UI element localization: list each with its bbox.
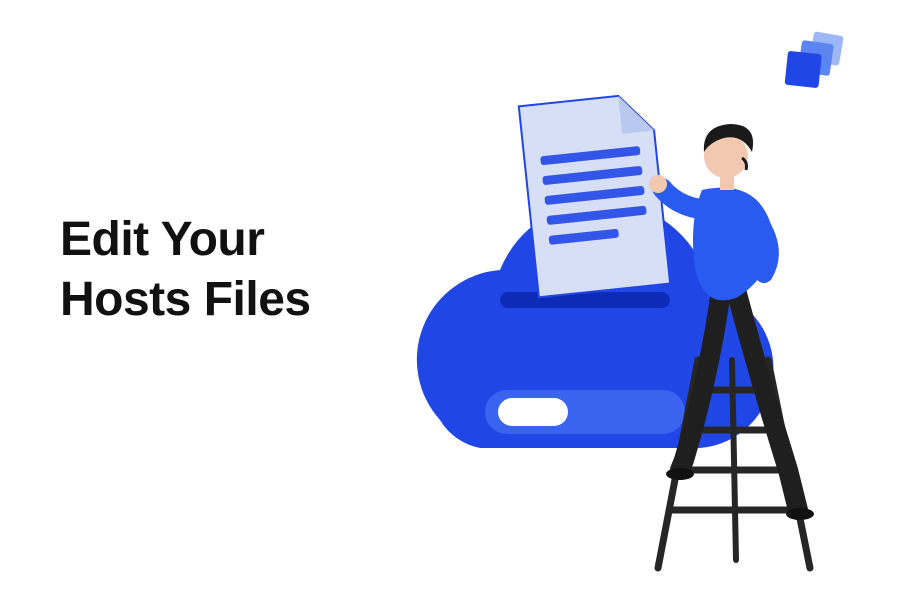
page-title: Edit Your Hosts Files (60, 210, 311, 330)
headline-line1: Edit Your (60, 213, 264, 266)
document-icon (519, 93, 670, 298)
headline-line2: Hosts Files (60, 273, 311, 326)
hero-illustration (380, 60, 880, 580)
